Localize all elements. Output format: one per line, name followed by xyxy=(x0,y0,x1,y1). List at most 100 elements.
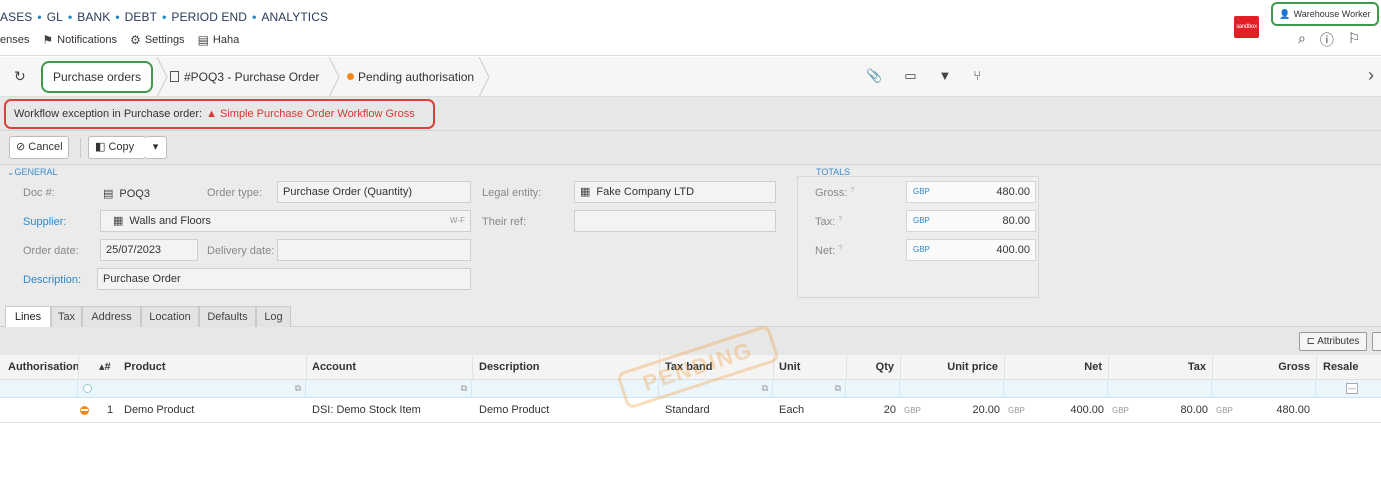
filter-account[interactable]: ⧉ xyxy=(306,381,472,397)
order-date-label: Order date: xyxy=(23,245,79,257)
filter-tax-band[interactable]: ⧉ xyxy=(659,381,773,397)
filter-authorisation[interactable] xyxy=(0,381,78,397)
expand-icon[interactable]: ⧉ xyxy=(835,383,841,394)
module-bank[interactable]: BANK xyxy=(77,10,110,24)
filter-gross[interactable] xyxy=(1212,381,1316,397)
attributes-button[interactable]: ⊏ Attributes xyxy=(1299,332,1367,351)
column-divider xyxy=(306,355,307,380)
document-icon: ▤ xyxy=(197,33,209,47)
column-number[interactable]: ▴# xyxy=(99,355,111,380)
module-gl[interactable]: GL xyxy=(47,10,63,24)
breadcrumb-status[interactable]: Pending authorisation xyxy=(347,70,474,84)
column-tax-band[interactable]: Tax band xyxy=(665,355,712,380)
module-analytics[interactable]: ANALYTICS xyxy=(261,10,328,24)
tax-label: Tax:? xyxy=(815,216,843,228)
link-settings[interactable]: ⚙ Settings xyxy=(130,33,185,47)
comment-icon[interactable]: ▭ xyxy=(904,68,916,84)
expand-icon[interactable]: ⧉ xyxy=(762,383,768,394)
net-label: Net:? xyxy=(815,245,843,257)
filter-unit[interactable]: ⧉ xyxy=(773,381,846,397)
delivery-date-field[interactable] xyxy=(277,239,471,261)
module-period-end[interactable]: PERIOD END xyxy=(171,10,247,24)
filter-qty[interactable] xyxy=(846,381,900,397)
attachment-icon[interactable]: 📎 xyxy=(866,68,882,84)
column-authorisation[interactable]: Authorisation xyxy=(8,355,80,380)
filter-net[interactable] xyxy=(1004,381,1108,397)
chevron-right-icon[interactable]: › xyxy=(1368,65,1374,86)
general-section-toggle[interactable]: ⌄GENERAL xyxy=(7,167,58,178)
expand-icon[interactable]: ⧉ xyxy=(461,383,467,394)
grid-toolbar: ⊏ Attributes xyxy=(0,327,1381,355)
gross-label: Gross:? xyxy=(815,187,855,199)
cell-tax: 80.00 xyxy=(1180,404,1208,416)
filter-unit-price[interactable] xyxy=(900,381,1004,397)
cell-product: Demo Product xyxy=(124,404,195,416)
column-qty[interactable]: Qty xyxy=(846,355,894,380)
supplier-label[interactable]: Supplier: xyxy=(23,216,66,228)
column-net[interactable]: Net xyxy=(1004,355,1102,380)
order-date-field[interactable]: 25/07/2023 xyxy=(100,239,198,261)
their-ref-field[interactable] xyxy=(574,210,776,232)
link-notifications[interactable]: ⚑ Notifications xyxy=(42,33,117,47)
tab-defaults[interactable]: Defaults xyxy=(199,306,256,327)
flag-icon[interactable]: ⚐ xyxy=(1348,30,1361,50)
column-unit-price[interactable]: Unit price xyxy=(900,355,998,380)
order-type-field[interactable]: Purchase Order (Quantity) xyxy=(277,181,471,203)
grid-filter-row: ⧉ ⧉ ⧉ ⧉ — xyxy=(0,380,1381,398)
tab-address[interactable]: Address xyxy=(82,306,141,327)
cell-account: DSI: Demo Stock Item xyxy=(312,404,421,416)
module-purchases[interactable]: ASES xyxy=(0,10,32,24)
filter-icon[interactable]: ▼ xyxy=(938,68,951,84)
tab-location[interactable]: Location xyxy=(141,306,199,327)
tab-tax[interactable]: Tax xyxy=(51,306,82,327)
user-menu-button[interactable]: 👤 Warehouse Worker xyxy=(1271,2,1379,26)
link-haha[interactable]: ▤ Haha xyxy=(198,33,240,47)
exception-bar: Workflow exception in Purchase order: ▲ Si… xyxy=(0,97,1381,131)
supplier-field[interactable]: ▦ Walls and Floors W-F xyxy=(100,210,471,232)
column-description[interactable]: Description xyxy=(479,355,540,380)
workflow-exception-link[interactable]: Simple Purchase Order Workflow Gross xyxy=(220,108,415,120)
refresh-icon[interactable]: ↻ xyxy=(14,68,26,85)
column-unit[interactable]: Unit xyxy=(779,355,800,380)
search-icon[interactable]: ⌕ xyxy=(1298,30,1306,50)
copy-dropdown-button[interactable]: ▾ xyxy=(145,136,167,159)
workflow-icon[interactable]: ⑂ xyxy=(973,68,981,84)
breadcrumb-purchase-orders[interactable]: Purchase orders xyxy=(41,61,153,93)
pending-status-icon xyxy=(347,73,354,80)
column-tax[interactable]: Tax xyxy=(1108,355,1206,380)
column-resale[interactable]: Resale xyxy=(1323,355,1358,380)
app-window: ASES • GL • BANK • DEBT • PERIOD END • ANALYTICS e… xyxy=(0,0,1381,493)
cancel-button[interactable]: ⊘ Cancel xyxy=(9,136,69,159)
link-expenses[interactable]: enses xyxy=(0,34,29,46)
workflow-exception-message: Workflow exception in Purchase order: ▲ Si… xyxy=(4,99,435,129)
filter-description[interactable] xyxy=(472,381,659,397)
document-icon xyxy=(170,71,179,82)
breadcrumb-document[interactable]: #POQ3 - Purchase Order xyxy=(170,70,319,84)
legal-entity-label: Legal entity: xyxy=(482,187,542,199)
breadcrumb-separator xyxy=(155,56,169,98)
doc-number-value: ▤ POQ3 xyxy=(103,188,150,200)
document-icon: ▤ xyxy=(103,188,114,200)
building-icon: ▦ xyxy=(113,215,124,227)
legal-entity-field[interactable]: ▦ Fake Company LTD xyxy=(574,181,776,203)
top-navigation: ASES • GL • BANK • DEBT • PERIOD END • ANALYTICS e… xyxy=(0,0,1381,56)
tab-log[interactable]: Log xyxy=(256,306,291,327)
copy-button[interactable]: ◧ Copy xyxy=(88,136,146,159)
doc-number-label: Doc #: xyxy=(23,187,55,199)
cell-gross: 480.00 xyxy=(1276,404,1310,416)
module-debt[interactable]: DEBT xyxy=(125,10,157,24)
help-icon[interactable]: ⓘ xyxy=(1320,30,1334,50)
filter-product[interactable]: ⧉ xyxy=(96,381,306,397)
column-product[interactable]: Product xyxy=(124,355,166,380)
column-account[interactable]: Account xyxy=(312,355,356,380)
expand-icon[interactable]: ⧉ xyxy=(295,383,301,394)
filter-tax[interactable] xyxy=(1108,381,1212,397)
tab-lines[interactable]: Lines xyxy=(5,306,51,328)
filter-resale-checkbox[interactable]: — xyxy=(1346,383,1358,394)
filter-radio[interactable] xyxy=(83,384,92,393)
column-gross[interactable]: Gross xyxy=(1212,355,1310,380)
table-row[interactable]: 1 Demo Product DSI: Demo Stock Item Demo… xyxy=(0,398,1381,423)
grid-options-button[interactable] xyxy=(1372,332,1381,351)
description-label[interactable]: Description: xyxy=(23,274,81,286)
description-field[interactable]: Purchase Order xyxy=(97,268,471,290)
